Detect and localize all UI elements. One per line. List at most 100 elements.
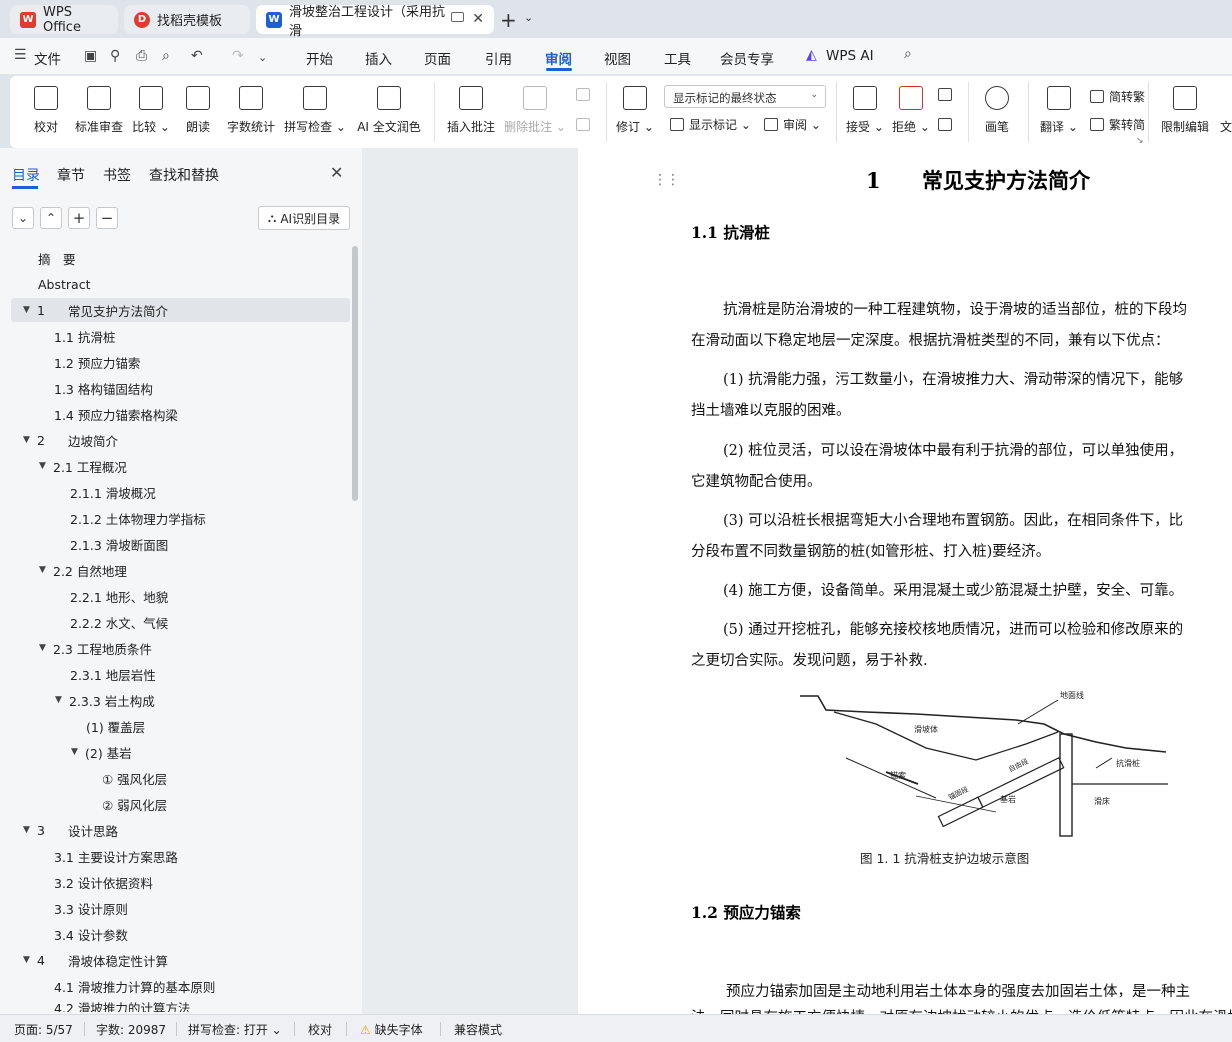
tab-document[interactable]: W 滑坡整治工程设计（采用抗滑 ✕ xyxy=(256,5,494,39)
show-markup-button[interactable]: 显示标记 ⌄ xyxy=(670,116,751,133)
monitor-icon[interactable] xyxy=(451,12,464,22)
redo-icon[interactable]: ↷ xyxy=(232,48,244,64)
expand-arrow-icon[interactable]: ▼ xyxy=(39,565,53,575)
pen-button[interactable]: 画笔 xyxy=(982,76,1012,148)
print-icon[interactable]: ⎙ xyxy=(136,48,147,64)
toc-item[interactable]: Abstract xyxy=(38,272,90,296)
next-change-button[interactable] xyxy=(938,118,957,131)
insert-comment-button[interactable]: 插入批注 xyxy=(446,76,496,148)
undo-icon[interactable]: ↶ xyxy=(191,48,203,64)
toc-item[interactable]: ▼ 4 滑坡体稳定性计算 xyxy=(23,948,168,972)
menu-insert[interactable]: 插入 xyxy=(365,48,392,68)
spell-check-button[interactable]: 拼写检查 ⌄ xyxy=(284,76,346,148)
toc-item[interactable]: 2.1.3 滑坡断面图 xyxy=(70,532,168,556)
add-heading-button[interactable]: + xyxy=(68,207,90,229)
chevron-down-icon[interactable]: ⌄ xyxy=(524,11,533,24)
menu-file[interactable]: 文件 xyxy=(34,48,61,68)
toc-item[interactable]: 1.2 预应力锚索 xyxy=(54,350,140,374)
expand-arrow-icon[interactable]: ▼ xyxy=(39,461,53,471)
toc-item[interactable]: 3.3 设计原则 xyxy=(54,896,128,920)
toc-scrollbar[interactable] xyxy=(352,246,358,501)
simplified-to-traditional-button[interactable]: 简转繁 xyxy=(1090,88,1145,105)
search-icon[interactable]: ⌕ xyxy=(904,46,912,62)
compare-button[interactable]: 比较 ⌄ xyxy=(132,76,170,148)
toc-item[interactable]: ▼ 2.2 自然地理 xyxy=(39,558,127,582)
toc-item[interactable]: 1.1 抗滑桩 xyxy=(54,324,115,348)
toc-item[interactable]: ▼ (2) 基岩 xyxy=(71,740,132,764)
menu-references[interactable]: 引用 xyxy=(485,48,512,68)
traditional-to-simplified-button[interactable]: 繁转简 xyxy=(1090,116,1145,133)
toc-item[interactable]: ▼ 2 边坡简介 xyxy=(23,428,118,452)
menu-review[interactable]: 审阅 xyxy=(545,48,572,68)
missing-font-status[interactable]: ⚠ 缺失字体 xyxy=(360,1021,423,1038)
toc-item[interactable]: 1.4 预应力锚索格构梁 xyxy=(54,402,178,426)
proofread-status[interactable]: 校对 xyxy=(308,1021,332,1038)
word-count-button[interactable]: 字数统计 xyxy=(226,76,276,148)
tab-chapters[interactable]: 章节 xyxy=(57,165,85,185)
expand-arrow-icon[interactable]: ▼ xyxy=(23,955,37,965)
toc-item[interactable]: 4.2 滑坡推力的计算方法 xyxy=(54,998,190,1012)
markup-display-select[interactable]: 显示标记的最终状态 ⌄ xyxy=(664,85,826,108)
menu-member[interactable]: 会员专享 xyxy=(720,48,774,68)
next-comment-button[interactable] xyxy=(576,118,595,131)
toc-item[interactable]: 3.4 设计参数 xyxy=(54,922,128,946)
more-chevron-icon[interactable]: ⌄ xyxy=(258,51,267,64)
ai-polish-button[interactable]: AI 全文润色 xyxy=(356,76,422,148)
reject-button[interactable]: 拒绝 ⌄ xyxy=(892,76,930,148)
toc-item[interactable]: 1.3 格构锚固结构 xyxy=(54,376,153,400)
word-count[interactable]: 字数: 20987 xyxy=(96,1021,166,1038)
spell-check-status[interactable]: 拼写检查: 打开 ⌄ xyxy=(188,1021,282,1038)
expand-arrow-icon[interactable]: ▼ xyxy=(71,747,85,757)
toc-item[interactable]: 3.2 设计依据资料 xyxy=(54,870,153,894)
menu-home[interactable]: 开始 xyxy=(306,48,333,68)
toc-item[interactable]: ▼ 2.3.3 岩土构成 xyxy=(55,688,155,712)
collapse-all-button[interactable]: ⌄ xyxy=(12,207,34,229)
review-pane-button[interactable]: 审阅 ⌄ xyxy=(764,116,821,133)
menu-view[interactable]: 视图 xyxy=(604,48,631,68)
expand-arrow-icon[interactable]: ▼ xyxy=(23,825,37,835)
share-icon[interactable]: ⚲ xyxy=(110,48,120,64)
close-icon[interactable]: ✕ xyxy=(472,11,484,27)
proofread-button[interactable]: 校对 xyxy=(32,76,60,148)
track-changes-button[interactable]: 修订 ⌄ xyxy=(616,76,654,148)
tab-bookmarks[interactable]: 书签 xyxy=(103,165,131,185)
toc-item[interactable]: ▼ 3 设计思路 xyxy=(23,818,118,842)
expand-arrow-icon[interactable]: ▼ xyxy=(55,695,69,705)
toc-item[interactable]: 2.1.1 滑坡概况 xyxy=(70,480,156,504)
tab-toc[interactable]: 目录 xyxy=(12,165,40,185)
toc-item[interactable]: 摘 要 xyxy=(38,246,76,270)
accept-button[interactable]: 接受 ⌄ xyxy=(846,76,884,148)
close-icon[interactable]: ✕ xyxy=(330,163,343,182)
delete-comment-button[interactable]: 删除批注 ⌄ xyxy=(504,76,566,148)
tab-docer[interactable]: D 找稻壳模板 xyxy=(124,5,250,34)
expand-arrow-icon[interactable]: ▼ xyxy=(23,435,37,445)
toc-item[interactable]: 2.3.1 地层岩性 xyxy=(70,662,156,686)
prev-comment-button[interactable] xyxy=(576,88,595,101)
translate-button[interactable]: 翻译 ⌄ xyxy=(1040,76,1078,148)
expand-arrow-icon[interactable]: ▼ xyxy=(23,305,37,315)
drag-handle-icon[interactable]: ⋮⋮ xyxy=(653,172,680,188)
standard-review-button[interactable]: 标准审查 xyxy=(74,76,124,148)
ribbon-expand-icon[interactable]: ↘ xyxy=(1136,136,1144,146)
tab-find-replace[interactable]: 查找和替换 xyxy=(149,165,219,185)
toc-item[interactable]: 4.1 滑坡推力计算的基本原则 xyxy=(54,974,215,998)
page-indicator[interactable]: 页面: 5/57 xyxy=(14,1021,73,1038)
menu-page[interactable]: 页面 xyxy=(424,48,451,68)
print-preview-icon[interactable]: ⌕ xyxy=(162,48,170,64)
menu-tools[interactable]: 工具 xyxy=(664,48,691,68)
hamburger-icon[interactable]: ☰ xyxy=(14,47,27,63)
toc-item[interactable]: ▼ 1 常见支护方法简介 xyxy=(23,298,168,322)
restrict-editing-button[interactable]: 限制编辑 xyxy=(1160,76,1210,148)
expand-up-button[interactable]: ⌃ xyxy=(40,207,62,229)
new-tab-icon[interactable]: + xyxy=(500,8,517,32)
toc-item[interactable]: 2.2.2 水文、气候 xyxy=(70,610,168,634)
expand-arrow-icon[interactable]: ▼ xyxy=(39,643,53,653)
prev-change-button[interactable] xyxy=(938,88,957,101)
toc-item[interactable]: ① 强风化层 xyxy=(102,766,167,790)
toc-item[interactable]: 3.1 主要设计方案思路 xyxy=(54,844,178,868)
toc-item[interactable]: (1) 覆盖层 xyxy=(86,714,145,738)
ai-recognize-toc-button[interactable]: ⛬ AI识别目录 xyxy=(258,206,350,230)
toc-item[interactable]: ▼ 2.1 工程概况 xyxy=(39,454,127,478)
tab-wps-office[interactable]: W WPS Office xyxy=(10,5,118,35)
document-page[interactable]: ⋮⋮ 1 常见支护方法简介 1.1 抗滑桩 抗滑桩是防治滑坡的一种工程建筑物，设于… xyxy=(578,148,1232,1014)
